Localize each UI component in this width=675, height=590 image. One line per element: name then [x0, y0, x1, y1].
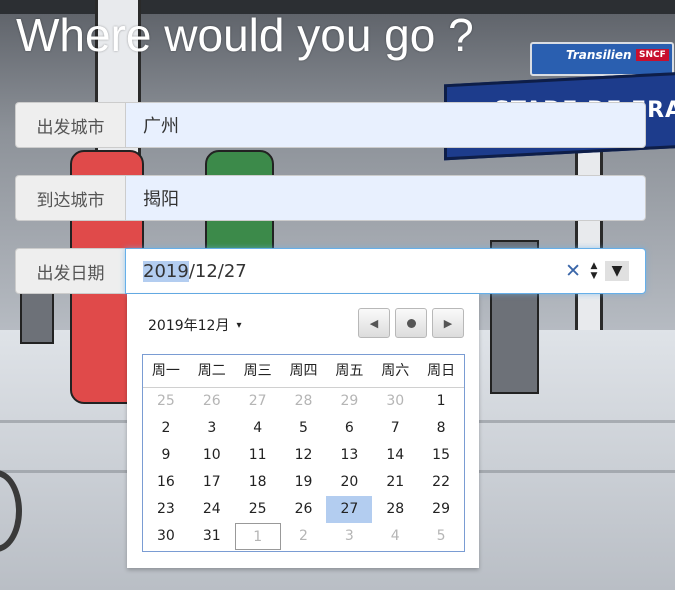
calendar-week-row: 9 10 11 12 13 14 15 — [143, 442, 464, 469]
calendar-body: 25 26 27 28 29 30 1 2 3 4 5 6 7 8 9 10 11 12 13 14 15 16 17 18 1… — [143, 388, 464, 550]
spin-up-icon[interactable]: ▲ — [591, 261, 598, 271]
calendar-day[interactable]: 1 — [234, 523, 281, 550]
calendar-day[interactable]: 25 — [143, 388, 189, 415]
next-month-button[interactable]: ▶ — [432, 308, 464, 338]
weekday-label: 周一 — [151, 363, 180, 379]
calendar-day[interactable]: 31 — [189, 523, 235, 550]
calendar-day[interactable]: 4 — [372, 523, 418, 550]
calendar-day[interactable]: 2 — [281, 523, 327, 550]
weekday-header: 周一 周二 周三 周四 周五 周六 周日 — [143, 355, 464, 388]
weekday-label: 周二 — [197, 363, 226, 379]
caret-down-icon: ▾ — [236, 319, 242, 331]
calendar-day[interactable]: 20 — [326, 469, 372, 496]
weekday-label: 周三 — [243, 363, 272, 379]
date-month-day-segment[interactable]: /12/27 — [189, 261, 247, 282]
calendar-day[interactable]: 26 — [189, 388, 235, 415]
calendar-day[interactable]: 28 — [372, 496, 418, 523]
calendar-day[interactable]: 3 — [189, 415, 235, 442]
calendar-day[interactable]: 25 — [235, 496, 281, 523]
calendar-day[interactable]: 6 — [326, 415, 372, 442]
calendar-day[interactable]: 23 — [143, 496, 189, 523]
month-nav: ◀ ▶ — [358, 308, 469, 338]
arrival-city-label: 到达城市 — [15, 175, 125, 221]
calendar-day[interactable]: 15 — [418, 442, 464, 469]
calendar-day[interactable]: 26 — [281, 496, 327, 523]
calendar-week-row: 16 17 18 19 20 21 22 — [143, 469, 464, 496]
calendar-day[interactable]: 17 — [189, 469, 235, 496]
dropdown-triangle-icon[interactable]: ▼ — [605, 261, 629, 281]
page-title: Where would you go ? — [16, 9, 474, 61]
prev-month-button[interactable]: ◀ — [358, 308, 390, 338]
calendar-week-row: 23 24 25 26 27 28 29 — [143, 496, 464, 523]
calendar-day[interactable]: 10 — [189, 442, 235, 469]
clear-x-icon[interactable]: ✕ — [565, 261, 581, 281]
spin-buttons[interactable]: ▲ ▼ — [587, 261, 601, 281]
departure-date-label: 出发日期 — [15, 248, 125, 294]
calendar-day[interactable]: 18 — [235, 469, 281, 496]
weekday-label: 周四 — [289, 363, 318, 379]
calendar-day[interactable]: 5 — [281, 415, 327, 442]
chevron-left-icon: ◀ — [369, 316, 379, 330]
sncf-badge: SNCF — [636, 49, 669, 61]
calendar-day[interactable]: 1 — [418, 388, 464, 415]
calendar-day[interactable]: 14 — [372, 442, 418, 469]
arrival-city-group: 到达城市 揭阳 — [15, 175, 646, 221]
calendar-day[interactable]: 7 — [372, 415, 418, 442]
date-controls: ✕ ▲ ▼ ▼ — [565, 261, 629, 281]
calendar-day[interactable]: 19 — [281, 469, 327, 496]
chevron-right-icon: ▶ — [443, 316, 453, 330]
date-year-segment[interactable]: 2019 — [143, 260, 189, 282]
calendar-week-row: 25 26 27 28 29 30 1 — [143, 388, 464, 415]
transilien-sign-text: Transilien — [566, 48, 632, 62]
departure-date-input[interactable]: 2019/12/27 ✕ ▲ ▼ ▼ — [125, 248, 646, 294]
date-picker-popup: 2019年12月 ▾ ◀ ▶ 周一 周二 周三 周四 周五 周六 周日 25 26 27 28 29… — [127, 294, 479, 568]
calendar-week-row: 30 31 1 2 3 4 5 — [143, 523, 464, 550]
calendar-day[interactable]: 16 — [143, 469, 189, 496]
calendar-day-selected[interactable]: 27 — [326, 496, 373, 523]
calendar-day[interactable]: 5 — [418, 523, 464, 550]
calendar-day[interactable]: 28 — [281, 388, 327, 415]
calendar-day[interactable]: 30 — [143, 523, 189, 550]
calendar-day[interactable]: 21 — [372, 469, 418, 496]
calendar-day[interactable]: 2 — [143, 415, 189, 442]
weekday-label: 周六 — [381, 363, 410, 379]
weekday-label: 周日 — [427, 363, 456, 379]
dot-icon — [406, 318, 416, 328]
calendar-grid: 周一 周二 周三 周四 周五 周六 周日 25 26 27 28 29 30 1 2 3 4 5 6 7 8 9 10 11… — [142, 354, 465, 552]
month-year-select[interactable]: 2019年12月 ▾ — [148, 315, 241, 335]
calendar-day[interactable]: 11 — [235, 442, 281, 469]
arrival-city-input[interactable]: 揭阳 — [125, 175, 646, 221]
weekday-label: 周五 — [335, 363, 364, 379]
departure-date-group: 出发日期 2019/12/27 ✕ ▲ ▼ ▼ — [15, 248, 646, 294]
month-year-label: 2019年12月 — [148, 318, 230, 334]
departure-city-group: 出发城市 广州 — [15, 102, 646, 148]
calendar-day[interactable]: 3 — [326, 523, 372, 550]
calendar-day[interactable]: 8 — [418, 415, 464, 442]
calendar-day[interactable]: 30 — [372, 388, 418, 415]
calendar-day[interactable]: 9 — [143, 442, 189, 469]
calendar-day[interactable]: 22 — [418, 469, 464, 496]
calendar-day[interactable]: 4 — [235, 415, 281, 442]
calendar-day[interactable]: 27 — [235, 388, 281, 415]
calendar-day[interactable]: 29 — [418, 496, 464, 523]
calendar-day[interactable]: 29 — [326, 388, 372, 415]
calendar-day[interactable]: 13 — [326, 442, 372, 469]
departure-city-label: 出发城市 — [15, 102, 125, 148]
calendar-day[interactable]: 24 — [189, 496, 235, 523]
calendar-day[interactable]: 12 — [281, 442, 327, 469]
spin-down-icon[interactable]: ▼ — [591, 271, 598, 281]
calendar-week-row: 2345678 — [143, 415, 464, 442]
today-button[interactable] — [395, 308, 427, 338]
departure-city-input[interactable]: 广州 — [125, 102, 646, 148]
